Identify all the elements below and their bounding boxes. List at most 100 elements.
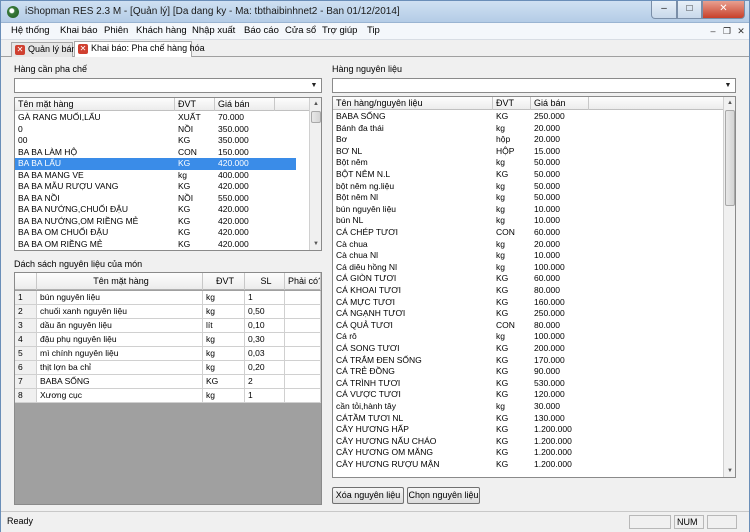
table-row[interactable]: 3 dầu ăn nguyên liệu lít 0,10	[15, 319, 321, 333]
column-header-name[interactable]: Tên hàng/nguyên liệu	[333, 97, 493, 110]
scroll-up-icon[interactable]: ▲	[310, 98, 321, 110]
tab-close-icon[interactable]: ✕	[15, 45, 25, 55]
table-row[interactable]: bột nêm ng.liệu kg 50.000	[333, 181, 710, 193]
table-cell[interactable]: 2	[245, 375, 285, 388]
ingredients-grid[interactable]: Tên mặt hàng ĐVT SL Phải có? 1 bún nguyên…	[14, 272, 322, 505]
table-row[interactable]: BA BA NƯỚNG,OM RIỀNG MẺ KG 420.000	[15, 216, 296, 228]
table-row[interactable]: 00 KG 350.000	[15, 135, 296, 147]
scroll-down-icon[interactable]: ▼	[310, 238, 321, 250]
column-header-name[interactable]: Tên mặt hàng	[37, 273, 203, 290]
mdi-close-icon[interactable]: ✕	[735, 25, 747, 37]
column-header-price[interactable]: Giá bán	[531, 97, 589, 110]
table-row[interactable]: GÀ RANG MUỐI,LẨU XUẤT 70.000	[15, 112, 296, 124]
material-filter-combo[interactable]: ▼	[332, 78, 736, 93]
table-cell[interactable]: BABA SỐNG	[37, 375, 203, 388]
scroll-thumb[interactable]	[725, 110, 735, 206]
table-row[interactable]: CÁ NGẠNH TƯƠI KG 250.000	[333, 308, 710, 320]
materials-scrollbar[interactable]: ▲ ▼	[723, 97, 735, 477]
column-header-price[interactable]: Giá bán	[215, 98, 275, 111]
table-row[interactable]: CÁTẦM TƯƠI NL KG 130.000	[333, 413, 710, 425]
table-cell[interactable]: 0,10	[245, 319, 285, 332]
table-cell[interactable]: 0,50	[245, 305, 285, 318]
table-cell[interactable]	[285, 319, 321, 332]
products-grid[interactable]: Tên mặt hàng ĐVT Giá bán GÀ RANG MUỐI,LẨ…	[14, 97, 322, 251]
table-row[interactable]: CÁ TRẺ ĐỒNG KG 90.000	[333, 366, 710, 378]
table-cell[interactable]	[285, 361, 321, 374]
choose-ingredient-button[interactable]: Chọn nguyên liệu	[407, 487, 480, 504]
table-row[interactable]: Cà chua Nl kg 10.000	[333, 250, 710, 262]
table-cell[interactable]: Xương cục	[37, 389, 203, 402]
table-row[interactable]: bún nguyên liệu kg 10.000	[333, 204, 710, 216]
table-row[interactable]: CÂY HƯƠNG NẤU CHÁO KG 1.200.000	[333, 436, 710, 448]
menu-khach-hang[interactable]: Khách hàng	[136, 25, 187, 36]
table-cell[interactable]: kg	[203, 291, 245, 304]
menu-nhap-xuat[interactable]: Nhập xuất	[192, 25, 235, 36]
table-row[interactable]: Cá rô kg 100.000	[333, 331, 710, 343]
table-row[interactable]: Bột nêm kg 50.000	[333, 157, 710, 169]
table-cell[interactable]	[285, 305, 321, 318]
table-row[interactable]: 7 BABA SỐNG KG 2	[15, 375, 321, 389]
table-row[interactable]: BA BA LẨU KG 420.000	[15, 158, 296, 170]
remove-ingredient-button[interactable]: Xóa nguyên liệu	[332, 487, 404, 504]
table-cell[interactable]: kg	[203, 305, 245, 318]
table-row[interactable]: Bánh đa thái kg 20.000	[333, 123, 710, 135]
chevron-down-icon[interactable]: ▼	[308, 80, 320, 91]
mdi-minimize-icon[interactable]: –	[707, 25, 719, 37]
table-cell[interactable]: kg	[203, 333, 245, 346]
table-row[interactable]: CÁ TRẮM ĐEN SỐNG KG 170.000	[333, 355, 710, 367]
menu-phien[interactable]: Phiên	[104, 25, 128, 36]
tab-quan-ly-ban[interactable]: ✕ Quản lý bán	[11, 42, 77, 57]
menu-bao-cao[interactable]: Báo cáo	[244, 25, 279, 36]
product-filter-combo[interactable]: ▼	[14, 78, 322, 93]
mdi-restore-icon[interactable]: ❐	[721, 25, 733, 37]
table-cell[interactable]: 0,03	[245, 347, 285, 360]
table-row[interactable]: BA BA OM CHUỐI ĐẬU KG 420.000	[15, 227, 296, 239]
column-header-required[interactable]: Phải có?	[285, 273, 321, 290]
table-cell[interactable]: dầu ăn nguyên liệu	[37, 319, 203, 332]
table-row[interactable]: CÁ MỰC TƯƠI KG 160.000	[333, 297, 710, 309]
table-row[interactable]: CÁ VƯỢC TƯƠI KG 120.000	[333, 389, 710, 401]
table-row[interactable]: bún NL kg 10.000	[333, 215, 710, 227]
table-cell[interactable]: bún nguyên liệu	[37, 291, 203, 304]
table-row[interactable]: BA BA MANG VE kg 400.000	[15, 170, 296, 182]
table-row[interactable]: CÁ KHOAI TƯƠI KG 80.000	[333, 285, 710, 297]
column-header-unit[interactable]: ĐVT	[203, 273, 245, 290]
table-row[interactable]: cần tỏi,hành tây kg 30.000	[333, 401, 710, 413]
menu-tro-giup[interactable]: Trợ giúp	[322, 25, 357, 36]
menu-cua-so[interactable]: Cửa sổ	[285, 25, 316, 36]
table-row[interactable]: BA BA OM RIỀNG MẺ KG 420.000	[15, 239, 296, 251]
title-bar[interactable]: iShopman RES 2.3 M - [Quản lý] [Da dang …	[1, 1, 749, 23]
close-button[interactable]: ✕	[702, 1, 745, 19]
products-scrollbar[interactable]: ▲ ▼	[309, 98, 321, 250]
minimize-button[interactable]: –	[651, 1, 677, 19]
column-header-unit[interactable]: ĐVT	[175, 98, 215, 111]
table-cell[interactable]: mì chính nguyên liệu	[37, 347, 203, 360]
table-row[interactable]: CÂY HƯƠNG RƯỢU MẬN KG 1.200.000	[333, 459, 710, 471]
table-row[interactable]: CÁ QUẢ TƯƠI CON 80.000	[333, 320, 710, 332]
table-cell[interactable]: đậu phụ nguyên liệu	[37, 333, 203, 346]
table-cell[interactable]: lít	[203, 319, 245, 332]
menu-tip[interactable]: Tip	[367, 25, 380, 36]
menu-he-thong[interactable]: Hệ thống	[11, 25, 50, 36]
table-row[interactable]: Cà chua kg 20.000	[333, 239, 710, 251]
tab-close-icon[interactable]: ✕	[78, 44, 88, 54]
table-cell[interactable]: 1	[245, 389, 285, 402]
table-row[interactable]: BA BA LÀM HỘ CON 150.000	[15, 147, 296, 159]
table-row[interactable]: CÁ CHÉP TƯƠI CON 60.000	[333, 227, 710, 239]
table-cell[interactable]: KG	[203, 375, 245, 388]
table-row[interactable]: Bơ hộp 20.000	[333, 134, 710, 146]
table-row[interactable]: CÂY HƯƠNG HẤP KG 1.200.000	[333, 424, 710, 436]
table-row[interactable]: 1 bún nguyên liệu kg 1	[15, 291, 321, 305]
table-row[interactable]: 4 đậu phụ nguyên liệu kg 0,30	[15, 333, 321, 347]
table-row[interactable]: BƠ NL HỘP 15.000	[333, 146, 710, 158]
maximize-button[interactable]: □	[677, 1, 702, 19]
chevron-down-icon[interactable]: ▼	[722, 80, 734, 91]
scroll-thumb[interactable]	[311, 111, 321, 123]
column-header-name[interactable]: Tên mặt hàng	[15, 98, 175, 111]
table-row[interactable]: 6 thịt lợn ba chỉ kg 0,20	[15, 361, 321, 375]
table-cell[interactable]: kg	[203, 347, 245, 360]
table-row[interactable]: Cá diêu hồng Nl kg 100.000	[333, 262, 710, 274]
table-row[interactable]: BA BA NƯỚNG,CHUỐI ĐẬU KG 420.000	[15, 204, 296, 216]
table-cell[interactable]: thịt lợn ba chỉ	[37, 361, 203, 374]
table-row[interactable]: Bột nêm Nl kg 50.000	[333, 192, 710, 204]
